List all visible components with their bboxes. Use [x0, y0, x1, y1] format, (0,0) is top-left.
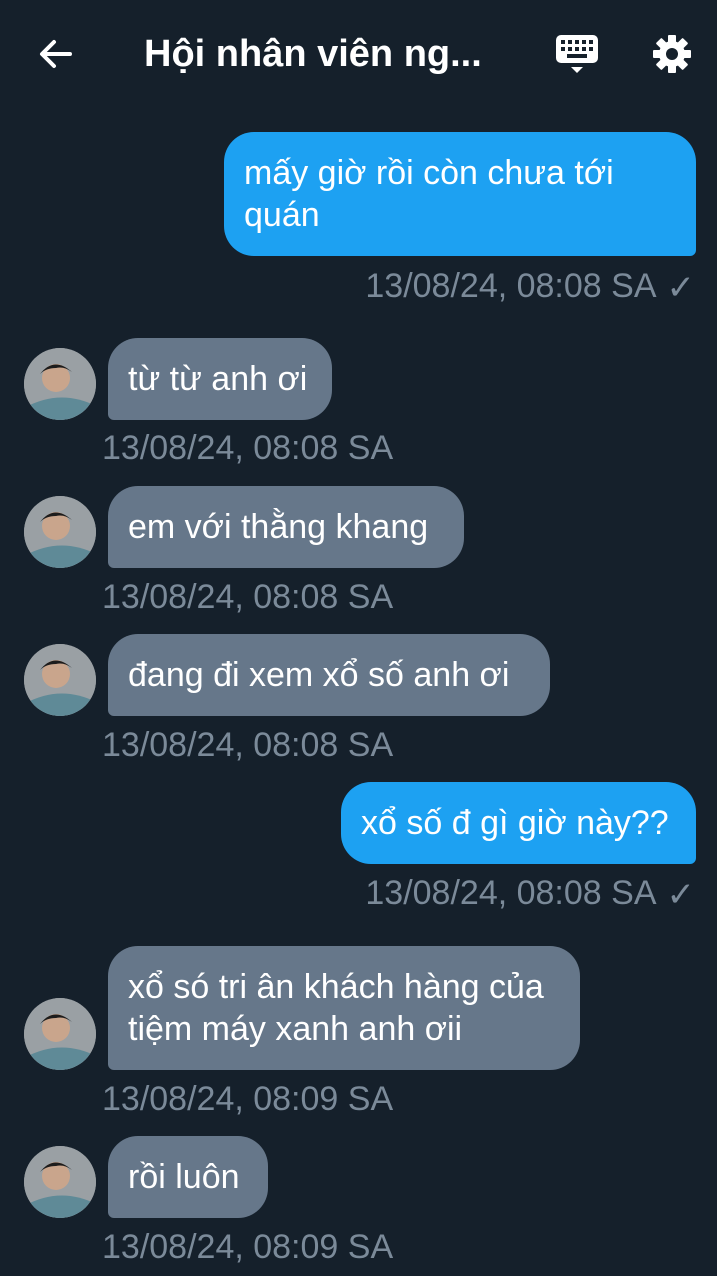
conversation-title[interactable]: Hội nhân viên ng... [144, 30, 504, 78]
message-text: xổ só tri ân khách hàng của tiệm máy xan… [128, 968, 544, 1048]
avatar[interactable] [24, 348, 96, 420]
avatar[interactable] [24, 496, 96, 568]
message-timestamp: 13/08/24, 08:08 SA ✓ [365, 874, 696, 915]
message-text: em với thằng khang [128, 508, 429, 546]
avatar[interactable] [24, 1146, 96, 1218]
message-bubble-incoming[interactable]: từ từ anh ơi [108, 338, 332, 420]
chat-header: Hội nhân viên ng... [0, 0, 717, 110]
message-timestamp: 13/08/24, 08:08 SA ✓ [365, 267, 696, 308]
message-timestamp: 13/08/24, 08:08 SA [102, 578, 394, 616]
keyboard-icon [556, 35, 598, 73]
avatar[interactable] [24, 998, 96, 1070]
message-text: đang đi xem xổ số anh ơi [128, 656, 510, 694]
settings-button[interactable] [648, 30, 696, 78]
avatar[interactable] [24, 644, 96, 716]
message-text: rồi luôn [128, 1158, 240, 1196]
message-timestamp: 13/08/24, 08:08 SA [102, 726, 394, 764]
gear-icon [653, 35, 691, 73]
message-bubble-outgoing[interactable]: mấy giờ rồi còn chưa tới quán [224, 132, 696, 256]
message-text: từ từ anh ơi [128, 360, 308, 398]
message-bubble-outgoing[interactable]: xổ số đ gì giờ này?? [341, 782, 696, 864]
read-check-icon: ✓ [666, 876, 696, 915]
message-bubble-incoming[interactable]: rồi luôn [108, 1136, 268, 1218]
message-timestamp: 13/08/24, 08:09 SA [102, 1228, 394, 1266]
message-text: xổ số đ gì giờ này?? [361, 804, 669, 842]
read-check-icon: ✓ [666, 269, 696, 308]
message-timestamp: 13/08/24, 08:09 SA [102, 1080, 394, 1118]
arrow-left-icon [40, 40, 72, 68]
message-bubble-incoming[interactable]: xổ só tri ân khách hàng của tiệm máy xan… [108, 946, 580, 1070]
back-button[interactable] [32, 30, 80, 78]
keyboard-button[interactable] [550, 30, 604, 78]
message-bubble-incoming[interactable]: đang đi xem xổ số anh ơi [108, 634, 550, 716]
message-bubble-incoming[interactable]: em với thằng khang [108, 486, 464, 568]
chat-screen: Hội nhân viên ng... mấy giờ rồi còn chưa… [0, 0, 717, 1276]
message-timestamp: 13/08/24, 08:08 SA [102, 429, 394, 467]
message-text: mấy giờ rồi còn chưa tới quán [244, 154, 614, 234]
